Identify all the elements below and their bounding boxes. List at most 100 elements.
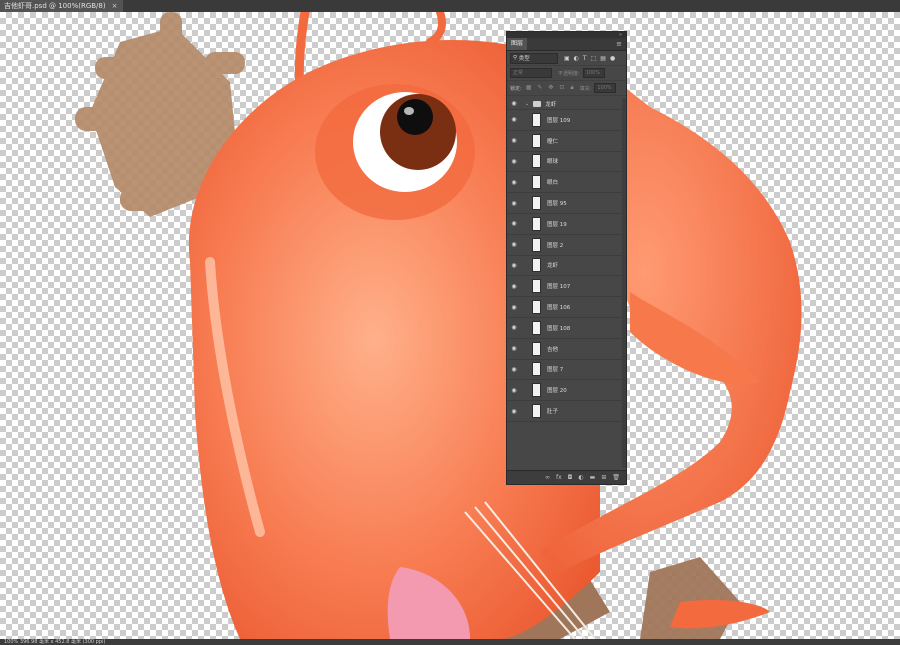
layer-row[interactable]: ◉ 图层 2 — [507, 235, 626, 256]
visibility-eye-icon[interactable]: ◉ — [507, 179, 521, 186]
layer-thumbnail — [532, 216, 541, 231]
blend-row: 正常 不透明度: 100% — [507, 66, 626, 81]
adjustment-icon[interactable]: ◐ — [578, 474, 583, 481]
type-filter-icon[interactable]: T — [583, 55, 587, 62]
document-canvas[interactable] — [0, 12, 900, 639]
visibility-eye-icon[interactable]: ◉ — [507, 220, 521, 227]
layer-thumbnail — [532, 279, 541, 294]
layer-row[interactable]: ◉ 肚子 — [507, 401, 626, 422]
tab-layers[interactable]: 图层 — [507, 38, 528, 50]
visibility-eye-icon[interactable]: ◉ — [507, 137, 521, 144]
filter-kind-label: 类型 — [518, 56, 530, 62]
document-tab[interactable]: 吉他虾哥.psd @ 100%(RGB/8) × — [0, 0, 124, 12]
layer-name: 图层 109 — [547, 117, 571, 124]
layer-name: 吉他 — [547, 346, 559, 353]
layer-row[interactable]: ◉ 图层 109 — [507, 110, 626, 131]
blend-mode-select[interactable]: 正常 — [510, 68, 552, 78]
layer-name: 图层 20 — [547, 388, 567, 395]
layer-row[interactable]: ◉ 图层 107 — [507, 276, 626, 298]
layer-row[interactable]: ◉ 眼球 — [507, 152, 626, 173]
visibility-eye-icon[interactable]: ◉ — [507, 324, 521, 331]
layer-name: 图层 108 — [547, 325, 571, 332]
collapse-icon[interactable]: » — [619, 32, 622, 38]
visibility-eye-icon[interactable]: ◉ — [507, 100, 521, 107]
fill-label: 填充: — [579, 85, 592, 92]
antenna — [426, 12, 446, 46]
layer-name: 眼白 — [547, 180, 559, 187]
folder-icon — [533, 100, 542, 107]
layer-name: 图层 2 — [547, 242, 564, 249]
image-filter-icon[interactable]: ▣ — [564, 55, 570, 62]
layer-thumbnail — [532, 404, 541, 419]
lock-artboard-icon[interactable]: ⊡ — [559, 84, 564, 92]
layers-panel: » 图层 ≡ ⚲ 类型 ▣ ◐ T ⬚ ▤ ● 正常 不透明度: 100% 锁定… — [506, 31, 627, 485]
lobster-eye — [315, 84, 475, 220]
layer-row[interactable]: ◉ 图层 95 — [507, 193, 626, 214]
lock-paint-icon[interactable]: ✎ — [537, 84, 542, 92]
layer-thumbnail — [532, 237, 541, 252]
lock-label: 锁定: — [510, 85, 522, 92]
lock-transparency-icon[interactable]: ▦ — [526, 84, 532, 92]
layer-thumbnail — [532, 112, 541, 127]
filter-toggle-icon[interactable]: ● — [610, 55, 615, 62]
folder-icon[interactable]: ▬ — [590, 474, 596, 481]
adjustment-filter-icon[interactable]: ◐ — [574, 55, 579, 62]
layer-row[interactable]: ◉ 吉他 — [507, 339, 626, 360]
opacity-label: 不透明度: — [558, 70, 580, 77]
smart-object-filter-icon[interactable]: ▤ — [600, 55, 606, 62]
layer-name: 图层 106 — [547, 305, 571, 312]
visibility-eye-icon[interactable]: ◉ — [507, 304, 521, 311]
layer-thumbnail — [532, 320, 541, 335]
search-icon: ⚲ — [513, 55, 518, 61]
visibility-eye-icon[interactable]: ◉ — [507, 262, 521, 269]
link-icon[interactable]: ∞ — [545, 474, 550, 481]
chevron-down-icon[interactable]: ⌄ — [525, 101, 529, 107]
close-tab-icon[interactable]: × — [112, 2, 118, 10]
layer-row[interactable]: ◉ 图层 20 — [507, 380, 626, 402]
lock-all-icon[interactable]: 🔒︎ — [570, 84, 573, 92]
group-name: 龙虾 — [545, 101, 557, 108]
visibility-eye-icon[interactable]: ◉ — [507, 345, 521, 352]
layer-thumbnail — [532, 300, 541, 315]
layer-group[interactable]: ◉ ⌄ 龙虾 — [507, 98, 626, 110]
layer-row[interactable]: ◉ 图层 106 — [507, 297, 626, 318]
visibility-eye-icon[interactable]: ◉ — [507, 387, 521, 394]
shape-filter-icon[interactable]: ⬚ — [591, 55, 597, 62]
layer-thumbnail — [532, 258, 541, 273]
layer-name: 龙虾 — [547, 263, 559, 270]
layer-row[interactable]: ◉ 眼白 — [507, 172, 626, 194]
fx-icon[interactable]: fx — [556, 474, 562, 481]
lock-position-icon[interactable]: ✥ — [548, 84, 553, 92]
opacity-input[interactable]: 100% — [582, 68, 605, 78]
layer-row[interactable]: ◉ 图层 7 — [507, 360, 626, 381]
visibility-eye-icon[interactable]: ◉ — [507, 283, 521, 290]
layer-name: 图层 19 — [547, 221, 567, 228]
layer-name: 瞳仁 — [547, 138, 559, 145]
mask-icon[interactable]: ◘ — [568, 474, 573, 481]
layer-thumbnail — [532, 341, 541, 356]
layer-row[interactable]: ◉ 龙虾 — [507, 256, 626, 277]
visibility-eye-icon[interactable]: ◉ — [507, 116, 521, 123]
filter-row: ⚲ 类型 ▣ ◐ T ⬚ ▤ ● — [507, 51, 626, 66]
visibility-eye-icon[interactable]: ◉ — [507, 241, 521, 248]
layer-thumbnail — [532, 196, 541, 211]
visibility-eye-icon[interactable]: ◉ — [507, 408, 521, 415]
layer-name: 图层 107 — [547, 284, 571, 291]
layer-name: 图层 95 — [547, 201, 567, 208]
layers-scrollbar[interactable] — [622, 98, 626, 468]
new-layer-icon[interactable]: ⊞ — [601, 474, 606, 481]
panel-menu-icon[interactable]: ≡ — [616, 40, 622, 48]
visibility-eye-icon[interactable]: ◉ — [507, 158, 521, 165]
layer-thumbnail — [532, 175, 541, 190]
layer-row[interactable]: ◉ 瞳仁 — [507, 131, 626, 152]
visibility-eye-icon[interactable]: ◉ — [507, 366, 521, 373]
layer-name: 眼球 — [547, 159, 559, 166]
document-tab-title: 吉他虾哥.psd @ 100%(RGB/8) — [4, 2, 106, 10]
panel-footer: ∞ fx ◘ ◐ ▬ ⊞ 🗑︎ — [507, 470, 626, 484]
visibility-eye-icon[interactable]: ◉ — [507, 200, 521, 207]
layer-row[interactable]: ◉ 图层 19 — [507, 214, 626, 235]
trash-icon[interactable]: 🗑︎ — [612, 474, 620, 481]
fill-input[interactable]: 100% — [594, 83, 617, 93]
filter-kind-select[interactable]: ⚲ 类型 — [510, 52, 558, 64]
layer-row[interactable]: ◉ 图层 108 — [507, 318, 626, 339]
